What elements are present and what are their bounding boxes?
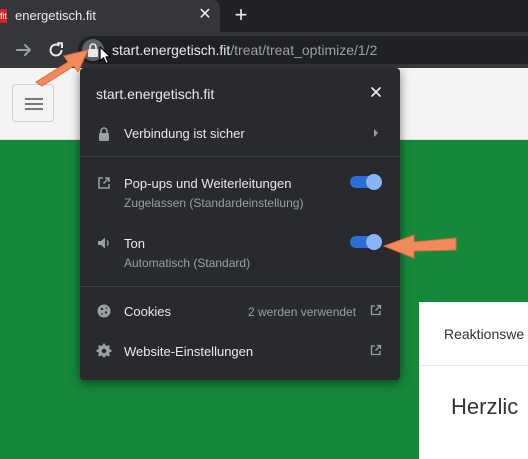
sound-toggle[interactable] <box>350 234 382 250</box>
sound-setting-row: Ton Automatisch (Standard) <box>80 228 400 272</box>
tab-close-icon[interactable]: ✕ <box>198 7 212 23</box>
mouse-cursor-icon <box>99 46 112 65</box>
open-external-icon <box>370 344 382 356</box>
connection-secure-row[interactable]: Verbindung ist sicher <box>80 118 400 148</box>
annotation-arrow-icon <box>382 234 457 259</box>
speaker-icon <box>98 237 109 249</box>
card-title: Herzlic <box>451 394 519 419</box>
popups-toggle[interactable] <box>350 174 382 190</box>
url-text: start.energetisch.fit/treat/treat_optimi… <box>112 42 377 58</box>
popups-sub: Zugelassen (Standardeinstellung) <box>124 196 304 210</box>
card-header-text: Reaktionswe <box>444 326 525 342</box>
address-bar[interactable]: start.energetisch.fit/treat/treat_optimi… <box>78 36 528 64</box>
site-settings-label: Website-Einstellungen <box>124 344 254 359</box>
menu-line <box>25 103 43 105</box>
site-favicon-icon: fit <box>0 9 7 23</box>
sound-sub: Automatisch (Standard) <box>124 256 251 270</box>
lock-icon <box>99 127 109 141</box>
gear-icon <box>96 343 112 358</box>
external-popup-icon <box>98 177 110 189</box>
divider <box>80 156 400 157</box>
chevron-right-icon <box>374 129 378 137</box>
sound-label: Ton <box>124 236 145 251</box>
url-host: start.energetisch.fit <box>112 42 231 58</box>
tab-strip: fit energetisch.fit ✕ + <box>0 0 528 32</box>
popups-setting-row: Pop-ups und Weiterleitungen Zugelassen (… <box>80 168 400 212</box>
popup-domain: start.energetisch.fit <box>96 86 215 102</box>
site-info-popup: start.energetisch.fit Verbindung ist sic… <box>80 68 400 380</box>
annotation-arrow-icon <box>35 49 89 87</box>
tab-title: energetisch.fit <box>15 8 96 23</box>
toggle-knob <box>366 174 382 190</box>
open-external-icon <box>370 304 382 316</box>
cookie-icon <box>97 304 111 318</box>
card-header: Reaktionswe <box>419 302 528 366</box>
popups-label: Pop-ups und Weiterleitungen <box>124 176 292 191</box>
menu-line <box>25 98 43 100</box>
cookies-count: 2 werden verwendet <box>248 305 357 319</box>
menu-line <box>25 108 43 110</box>
cookies-row[interactable]: Cookies 2 werden verwendet <box>80 296 400 326</box>
divider <box>80 286 400 287</box>
close-icon[interactable] <box>368 84 384 100</box>
content-card: Reaktionswe Herzlic <box>419 302 528 459</box>
url-path: /treat/treat_optimize/1/2 <box>230 42 378 58</box>
browser-tab[interactable]: fit energetisch.fit ✕ <box>0 0 220 32</box>
cookies-label: Cookies <box>124 304 171 319</box>
site-settings-row[interactable]: Website-Einstellungen <box>80 336 400 366</box>
new-tab-button[interactable]: + <box>232 4 250 26</box>
connection-secure-label: Verbindung ist sicher <box>124 126 245 141</box>
